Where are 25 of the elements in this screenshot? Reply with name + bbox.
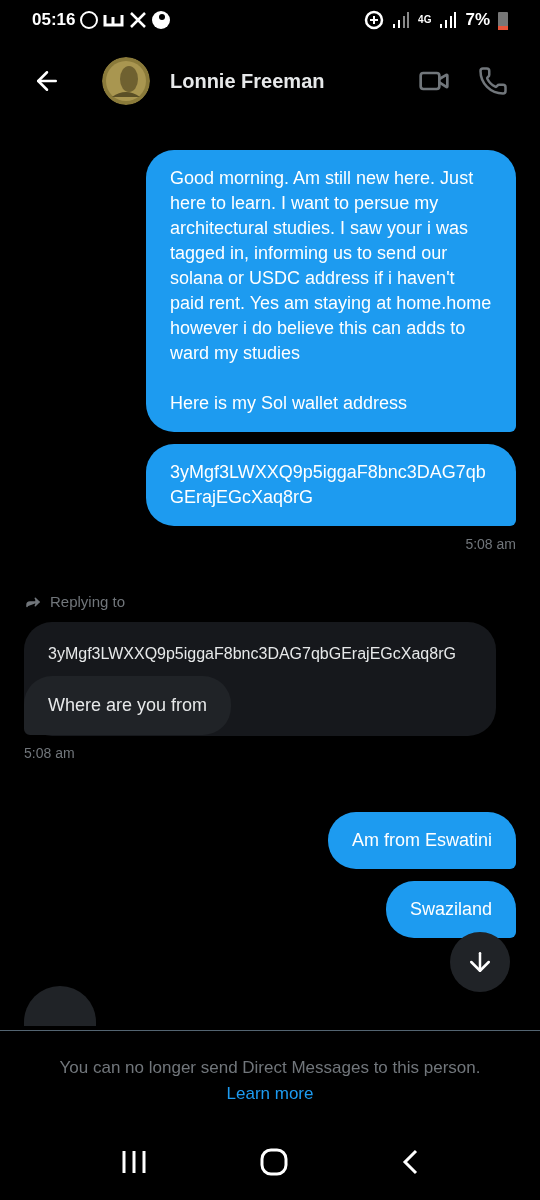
message-time: 5:08 am: [24, 743, 75, 763]
x-icon: [129, 11, 148, 29]
replying-to-label: Replying to: [50, 592, 126, 612]
signal-icon: [439, 11, 458, 29]
blocked-notice: You can no longer send Direct Messages to this person. Learn more: [58, 1057, 482, 1105]
learn-more-link[interactable]: Learn more: [226, 1084, 314, 1103]
battery-percent: 7%: [465, 9, 490, 32]
message-bubble: Good morning. Am still new here. Just here to learn. I want to persue my architectural studies. I saw your i was tagged in, informing us to send our solana or USDC address if i haven't paid rent. Yes am staying at home.home however i do believe this can adds to ward my studies Here is my Sol wallet address: [146, 150, 516, 432]
contact-name: Lonnie Freeman: [170, 69, 326, 94]
scroll-down-button[interactable]: [450, 932, 510, 992]
call-button[interactable]: [478, 66, 508, 96]
data-saver-icon: [364, 10, 385, 30]
recent-apps-button[interactable]: [120, 1148, 147, 1175]
status-time: 05:16: [32, 9, 76, 32]
message-bubble: Where are you from: [24, 675, 232, 735]
home-button[interactable]: [260, 1147, 288, 1176]
message-bubble: Swaziland: [385, 880, 516, 938]
message-bubble: 3yMgf3LWXXQ9p5iggaF8bnc3DAG7qbGErajEGcXaq8rG: [146, 444, 516, 526]
message-time: 5:08 am: [465, 535, 516, 554]
signal-icon: [392, 11, 411, 29]
battery-icon: [498, 10, 508, 30]
app-icon: [103, 13, 126, 27]
back-nav-button[interactable]: [401, 1148, 420, 1175]
network-type: 4G: [418, 15, 432, 25]
message-bubble: Am from Eswatini: [327, 811, 516, 869]
